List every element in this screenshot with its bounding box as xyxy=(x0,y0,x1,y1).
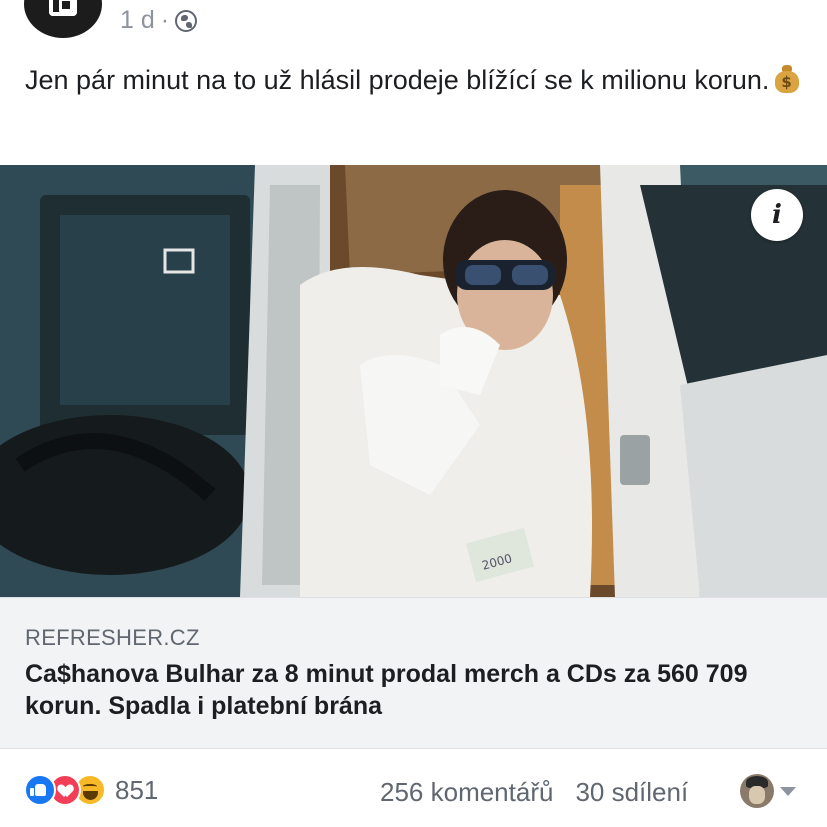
reactions-summary[interactable]: 851 xyxy=(24,774,158,806)
link-preview-image[interactable]: 2000 i xyxy=(0,165,827,597)
link-domain: REFRESHER.CZ xyxy=(25,625,200,650)
post-header: 1 d · xyxy=(0,0,827,50)
engagement-counts: 256 komentářů 30 sdílení xyxy=(380,777,688,808)
comments-count[interactable]: 256 komentářů xyxy=(380,777,553,808)
post-message: Jen pár minut na to už hlásil prodeje bl… xyxy=(25,65,770,95)
reaction-count[interactable]: 851 xyxy=(115,775,158,806)
link-preview-body[interactable]: REFRESHER.CZ Ca$hanova Bulhar za 8 minut… xyxy=(0,597,827,749)
link-title[interactable]: Ca$hanova Bulhar za 8 minut prodal merch… xyxy=(25,658,805,722)
viewer-avatar[interactable] xyxy=(740,774,774,808)
post-text: Jen pár minut na to už hlásil prodeje bl… xyxy=(25,58,805,103)
link-preview-card[interactable]: 2000 i REFRESHER.CZ Ca$hanova Bulhar za … xyxy=(0,165,827,749)
info-button[interactable]: i xyxy=(751,189,803,241)
page-avatar[interactable] xyxy=(24,0,102,38)
chevron-down-icon[interactable] xyxy=(780,787,796,796)
shares-count[interactable]: 30 sdílení xyxy=(575,777,688,808)
meta-separator: · xyxy=(160,6,170,34)
page-logo-icon xyxy=(49,0,77,16)
globe-icon[interactable] xyxy=(175,9,198,32)
photo-illustration: 2000 xyxy=(0,165,827,597)
like-reaction-icon xyxy=(24,774,56,806)
post-time[interactable]: 1 d xyxy=(120,6,155,35)
post-meta: 1 d · xyxy=(120,6,198,35)
post-footer: 851 256 komentářů 30 sdílení xyxy=(0,766,827,818)
money-bag-icon: $ xyxy=(773,63,801,93)
